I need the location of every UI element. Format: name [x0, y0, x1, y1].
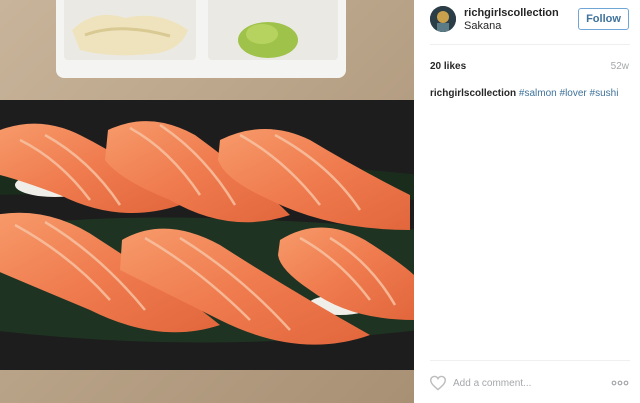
location-link[interactable]: Sakana — [464, 20, 501, 32]
hashtag-sushi[interactable]: #sushi — [590, 88, 619, 99]
post-photo[interactable] — [0, 0, 414, 403]
sushi-photo-illustration — [0, 0, 414, 403]
hashtag-salmon[interactable]: #salmon — [519, 88, 557, 99]
caption-username[interactable]: richgirlscollection — [430, 88, 516, 99]
follow-button[interactable]: Follow — [578, 8, 629, 30]
post-details-panel: richgirlscollection Sakana Follow 20 lik… — [414, 0, 640, 403]
heart-icon[interactable] — [429, 375, 447, 391]
divider — [430, 44, 630, 45]
username-link[interactable]: richgirlscollection — [464, 7, 559, 19]
likes-count[interactable]: 20 likes — [430, 61, 466, 72]
comment-input[interactable] — [453, 376, 593, 390]
hashtag-lover[interactable]: #lover — [560, 88, 587, 99]
post-caption: richgirlscollection #salmon #lover #sush… — [430, 87, 630, 101]
divider — [430, 360, 630, 361]
avatar[interactable] — [430, 6, 456, 32]
post-age[interactable]: 52w — [611, 61, 629, 72]
more-options-icon[interactable] — [610, 376, 630, 390]
avatar-image — [430, 6, 456, 32]
post-header: richgirlscollection Sakana Follow — [414, 0, 640, 44]
